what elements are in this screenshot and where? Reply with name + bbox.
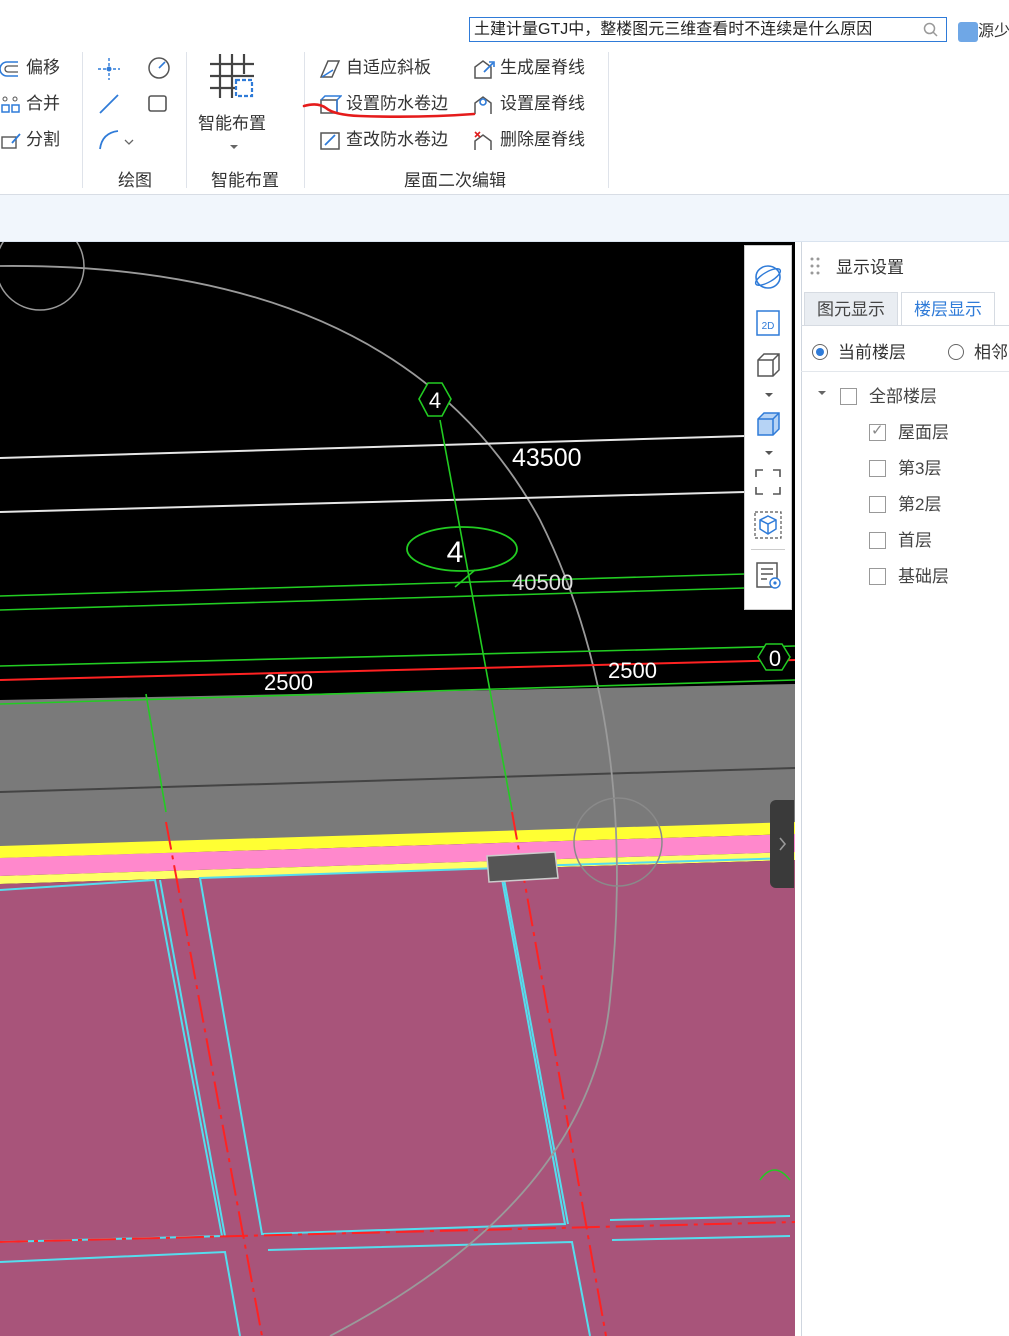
line-icon[interactable]	[96, 91, 122, 117]
annotation-underline	[302, 103, 476, 118]
toolbar-divider	[751, 549, 785, 550]
drawing-viewport[interactable]: 4 4 0 43500 40500 2500 2500	[0, 242, 795, 1336]
edit-waterproof-edge-button[interactable]: 查改防水卷边	[318, 127, 448, 153]
split-label: 分割	[26, 130, 60, 149]
floor-item-2[interactable]: 第2层	[869, 490, 941, 515]
smart-layout-icon	[210, 54, 254, 98]
panel-title: 显示设置	[836, 258, 904, 277]
fullscreen-icon[interactable]	[753, 467, 783, 497]
chevron-right-icon	[779, 837, 787, 851]
generate-ridge-label: 生成屋脊线	[500, 58, 585, 77]
radio-adjacent-floor-label: 相邻	[974, 343, 1008, 362]
floor-item-foundation[interactable]: 基础层	[869, 562, 949, 587]
search-input[interactable]: 土建计量GTJ中，整楼图元三维查看时不连续是什么原因	[469, 17, 947, 42]
span-right-label: 2500	[608, 658, 657, 683]
panel-divider	[801, 371, 1009, 372]
orbit-icon[interactable]	[753, 262, 783, 292]
rectangle-icon[interactable]	[146, 92, 170, 116]
radio-indicator	[948, 344, 964, 360]
floor-item-roof[interactable]: 屋面层	[869, 418, 949, 443]
point-icon[interactable]	[96, 56, 122, 82]
smart-group-label: 智能布置	[211, 171, 279, 190]
checkbox[interactable]	[840, 388, 857, 405]
view-2d-icon[interactable]: 2D	[753, 308, 783, 338]
merge-button[interactable]: 合并	[0, 91, 60, 117]
chevron-down-icon[interactable]	[763, 449, 775, 457]
tab-divider	[801, 325, 1009, 326]
avatar	[958, 21, 978, 42]
offset-label: 偏移	[26, 58, 60, 77]
offset-button[interactable]: 偏移	[0, 55, 60, 81]
smart-layout-button[interactable]: 智能布置	[198, 111, 266, 137]
generate-ridge-icon	[474, 59, 495, 79]
delete-ridge-icon	[474, 130, 492, 150]
roof-edit-group-label: 屋面二次编辑	[404, 171, 506, 190]
shaded-3d-icon[interactable]	[753, 409, 783, 439]
user-account[interactable]: 源少	[958, 17, 1009, 42]
floor-item-ground[interactable]: 首层	[869, 526, 932, 551]
radio-indicator	[812, 344, 828, 360]
edit-waterproof-edge-label: 查改防水卷边	[346, 130, 448, 149]
delete-ridge-button[interactable]: 删除屋脊线	[472, 127, 585, 153]
tab-floor-display[interactable]: 楼层显示	[901, 292, 995, 326]
caret-down-icon[interactable]	[816, 387, 828, 399]
ribbon-divider	[82, 52, 83, 188]
view-3d-icon[interactable]	[753, 350, 783, 380]
user-name: 源少	[978, 23, 1009, 40]
merge-icon	[1, 96, 20, 113]
view-toolbar: 2D	[744, 245, 792, 610]
checkbox[interactable]	[869, 532, 886, 549]
radio-current-floor[interactable]: 当前楼层	[812, 338, 906, 363]
edit-waterproof-edge-icon	[320, 131, 340, 150]
ribbon-divider	[186, 52, 187, 188]
delete-ridge-label: 删除屋脊线	[500, 130, 585, 149]
dynamic-view-icon[interactable]	[753, 510, 783, 540]
radio-current-floor-label: 当前楼层	[838, 343, 906, 362]
split-icon	[1, 132, 21, 149]
set-ridge-label: 设置屋脊线	[500, 94, 585, 113]
adaptive-slab-icon	[319, 59, 341, 78]
tab-element-display[interactable]: 图元显示	[804, 292, 898, 326]
elevation-top-label: 43500	[512, 444, 582, 472]
tree-item-label: 全部楼层	[869, 387, 937, 406]
floor-item-label: 首层	[898, 531, 932, 550]
axis-label-right: 0	[769, 646, 781, 671]
tree-item-all-floors[interactable]: 全部楼层	[840, 382, 937, 407]
generate-ridge-button[interactable]: 生成屋脊线	[472, 55, 585, 81]
panel-collapse-handle[interactable]	[770, 800, 794, 888]
chevron-down-icon[interactable]	[229, 143, 239, 151]
checkbox[interactable]	[869, 460, 886, 477]
split-button[interactable]: 分割	[0, 127, 60, 153]
draw-group-label: 绘图	[118, 171, 152, 190]
floor-item-label: 屋面层	[898, 423, 949, 442]
elevation-mid-label: 40500	[512, 570, 573, 595]
circle-icon[interactable]	[146, 55, 172, 81]
radio-adjacent-floor[interactable]: 相邻	[948, 338, 1008, 363]
svg-text:2D: 2D	[762, 321, 775, 332]
checkbox[interactable]	[869, 496, 886, 513]
merge-label: 合并	[26, 94, 60, 113]
floor-item-label: 基础层	[898, 567, 949, 586]
ribbon-divider	[608, 52, 609, 188]
floor-item-label: 第3层	[898, 459, 942, 478]
search-icon[interactable]	[922, 21, 940, 39]
floor-item-3[interactable]: 第3层	[869, 454, 941, 479]
axis-label-top: 4	[429, 388, 441, 413]
adaptive-slab-button[interactable]: 自适应斜板	[318, 55, 431, 81]
checkbox[interactable]	[869, 421, 886, 441]
secondary-toolbar	[0, 195, 1009, 242]
chevron-down-icon[interactable]	[763, 391, 775, 399]
adaptive-slab-label: 自适应斜板	[346, 58, 431, 77]
display-settings-icon[interactable]	[753, 560, 783, 590]
arc-icon[interactable]	[96, 127, 136, 153]
floor-item-label: 第2层	[898, 495, 942, 514]
span-left-label: 2500	[264, 670, 313, 695]
offset-icon	[0, 60, 18, 77]
drag-handle-icon[interactable]	[808, 255, 822, 277]
cad-scene[interactable]: 4 4 0 43500 40500 2500 2500	[0, 242, 795, 1336]
set-ridge-button[interactable]: 设置屋脊线	[472, 91, 585, 117]
checkbox[interactable]	[869, 568, 886, 585]
axis-label-ellipse: 4	[447, 536, 464, 569]
